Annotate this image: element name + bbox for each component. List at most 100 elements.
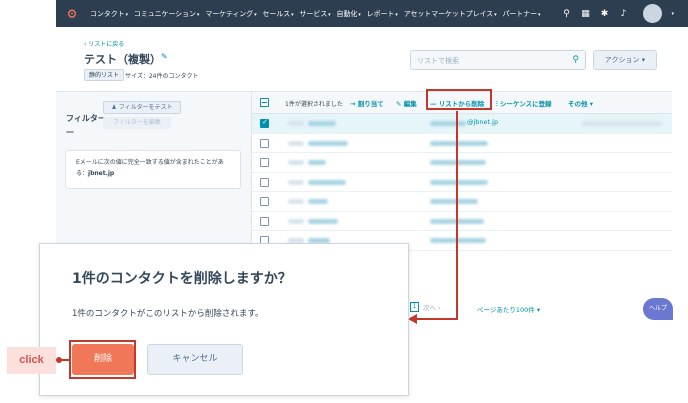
- test-filter-label: フィルターをテスト: [118, 104, 173, 111]
- remove-action-highlight-box: [426, 89, 492, 110]
- chevron-right-icon: ›: [438, 304, 441, 312]
- row-checkbox[interactable]: [260, 177, 269, 187]
- filter-heading: フィルター —: [66, 114, 106, 136]
- dialog-message: 1件のコンタクトがこのリストから削除されます。: [72, 309, 264, 319]
- redacted-name: [308, 179, 346, 185]
- nav-item-label: コミュニケーション: [133, 9, 196, 18]
- enroll-sequence-action[interactable]: ⫶ シーケンスに登録: [496, 98, 552, 109]
- table-row[interactable]: [252, 192, 672, 212]
- next-label: 次へ: [423, 304, 436, 312]
- row-checkbox[interactable]: [260, 197, 269, 206]
- table-row[interactable]: [252, 134, 672, 153]
- annotation-arrow-line: [456, 111, 458, 320]
- list-size-label: サイズ：24件のコンタクト: [125, 73, 199, 80]
- contact-email[interactable]: @jbnet.jp: [467, 118, 498, 126]
- help-button[interactable]: ヘルプ: [643, 298, 673, 320]
- filter-condition-card[interactable]: Eメールに次の値に完全一致する値が含まれたことがある：jbnet.jp: [65, 150, 241, 189]
- edit-filter-button[interactable]: フィルターを編集: [103, 117, 171, 129]
- top-navigation-bar: ⚙ コンタクト▾ コミュニケーション▾ マーケティング▾ セールス▾ サービス▾…: [56, 0, 688, 27]
- redacted-text: [582, 121, 662, 126]
- redacted-name: [308, 160, 326, 165]
- redacted-text: [288, 179, 304, 185]
- nav-item-contacts[interactable]: コンタクト▾: [90, 9, 128, 19]
- redacted-email: [430, 179, 488, 185]
- next-page-link[interactable]: 次へ ›: [423, 302, 441, 312]
- enroll-sequence-label: シーケンスに登録: [499, 100, 552, 108]
- click-annotation-label: click: [7, 347, 56, 374]
- marketplace-icon[interactable]: ▦: [580, 9, 590, 19]
- person-icon: ♟: [111, 104, 119, 111]
- search-icon[interactable]: ⚲: [561, 9, 571, 19]
- click-annotation-line: [60, 359, 70, 361]
- select-all-checkbox[interactable]: [260, 98, 269, 107]
- hubspot-logo-icon[interactable]: ⚙: [65, 7, 79, 21]
- nav-item-label: 自動化: [336, 9, 358, 18]
- table-row[interactable]: @jbnet.jp: [252, 114, 672, 134]
- nav-item-label: レポート: [366, 9, 395, 18]
- annotation-arrow-head-icon: [408, 314, 417, 324]
- cancel-button[interactable]: キャンセル: [147, 344, 243, 375]
- user-avatar[interactable]: [643, 4, 663, 23]
- nav-item-service[interactable]: サービス▾: [300, 9, 331, 19]
- nav-item-sales[interactable]: セールス▾: [262, 9, 293, 19]
- nav-item-label: パートナー: [502, 9, 537, 18]
- redacted-email: [430, 199, 478, 204]
- nav-item-partner[interactable]: パートナー▾: [502, 9, 540, 19]
- page-title: テスト（複製）: [84, 53, 161, 66]
- redacted-name: [308, 218, 338, 224]
- edit-title-pencil-icon[interactable]: ✎: [161, 52, 168, 61]
- search-icon[interactable]: ⚲: [572, 55, 579, 65]
- redacted-name: [308, 199, 328, 204]
- redacted-email: [430, 160, 486, 165]
- list-search-input[interactable]: リストで検索 ⚲: [410, 50, 586, 70]
- actions-dropdown-button[interactable]: アクション ▾: [593, 50, 657, 70]
- settings-gear-icon[interactable]: ✱: [599, 9, 609, 19]
- selected-count: 1件が選択されました: [285, 101, 343, 108]
- redacted-name: [308, 121, 336, 126]
- assign-action[interactable]: → 割り当て: [350, 98, 384, 108]
- nav-menu: コンタクト▾ コミュニケーション▾ マーケティング▾ セールス▾ サービス▾ 自…: [90, 9, 541, 19]
- redacted-text: [288, 199, 304, 204]
- table-row[interactable]: [252, 212, 672, 231]
- redacted-text: [288, 121, 304, 126]
- filter-condition-value: jbnet.jp: [88, 170, 115, 177]
- row-checkbox[interactable]: [260, 158, 269, 167]
- delete-button-highlight-box: [69, 340, 136, 379]
- annotation-arrow-line: [416, 318, 458, 320]
- table-row[interactable]: [252, 153, 672, 173]
- row-checkbox[interactable]: [260, 216, 269, 226]
- assign-label: 割り当て: [357, 100, 384, 108]
- nav-item-communication[interactable]: コミュニケーション▾: [133, 9, 200, 19]
- redacted-text: [288, 160, 304, 165]
- back-to-lists-link[interactable]: ‹ リストに戻る: [84, 39, 124, 48]
- nav-item-label: アセットマーケットプレイス: [403, 9, 494, 18]
- notifications-bell-icon[interactable]: ♪: [618, 9, 628, 19]
- nav-item-label: サービス: [299, 9, 328, 18]
- redacted-text: [288, 140, 304, 146]
- row-checkbox[interactable]: [260, 118, 269, 128]
- redacted-email: [430, 238, 486, 243]
- edit-action[interactable]: ✎ 編集: [396, 98, 417, 108]
- table-row[interactable]: [252, 173, 672, 192]
- nav-item-marketing[interactable]: マーケティング▾: [205, 9, 256, 19]
- redacted-text: [288, 218, 304, 224]
- nav-item-reports[interactable]: レポート▾: [367, 9, 398, 19]
- nav-item-marketplace[interactable]: アセットマーケットプレイス▾: [404, 9, 497, 19]
- bulk-actions-toolbar: 1件が選択されました → 割り当て ✎ 編集 — リストから削除 ⫶ シーケンス…: [252, 89, 672, 114]
- nav-item-automation[interactable]: 自動化▾: [337, 9, 361, 19]
- search-placeholder: リストで検索: [417, 57, 459, 65]
- nav-utility-icons: ⚲ ▦ ✱ ♪ ▾: [561, 0, 674, 27]
- filter-panel: フィルター — ♟ フィルターをテスト フィルターを編集 Eメールに次の値に完全一…: [56, 91, 252, 256]
- nav-item-label: コンタクト: [90, 9, 125, 18]
- redacted-email-prefix: [430, 121, 466, 126]
- redacted-email: [430, 140, 488, 146]
- test-filter-button[interactable]: ♟ フィルターをテスト: [103, 101, 181, 114]
- page-number-current[interactable]: 1: [410, 302, 419, 312]
- row-checkbox[interactable]: [260, 138, 269, 148]
- edit-label: 編集: [403, 100, 417, 108]
- per-page-dropdown[interactable]: ページあたり100件 ▾: [477, 304, 540, 314]
- chevron-down-icon[interactable]: ▾: [671, 11, 674, 17]
- more-actions-dropdown[interactable]: その他 ▾: [568, 98, 593, 108]
- nav-item-label: セールス: [262, 9, 291, 18]
- dialog-title: 1件のコンタクトを削除しますか？: [72, 271, 292, 287]
